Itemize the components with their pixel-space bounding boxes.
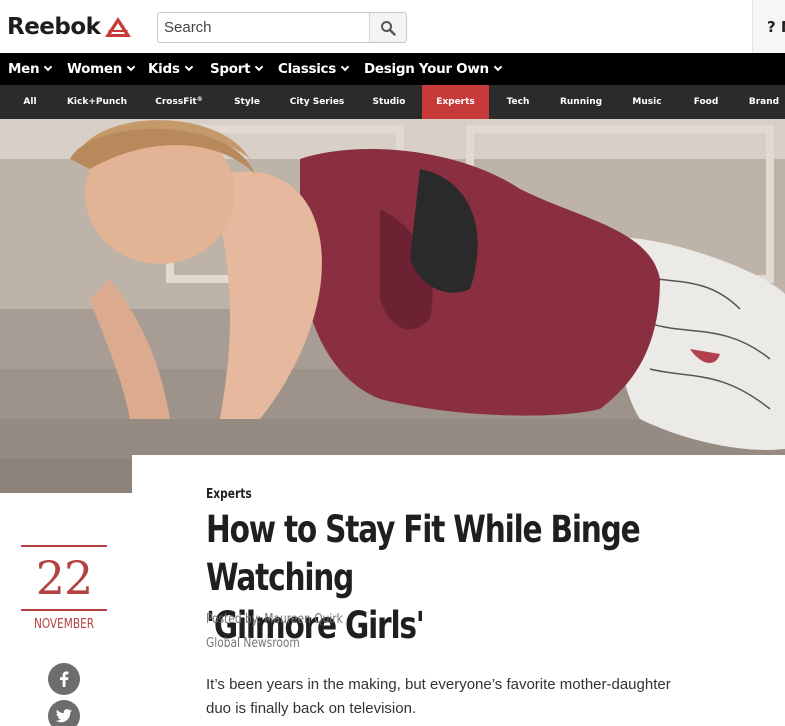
nav-label: Women: [67, 61, 123, 77]
nav-men[interactable]: Men: [8, 53, 53, 85]
subnav-label: Brand: [748, 97, 780, 107]
subnav-brand[interactable]: Brand: [742, 85, 785, 119]
nav-women[interactable]: Women: [67, 53, 136, 85]
facebook-icon: [60, 671, 69, 687]
subnav-label: Food: [693, 97, 719, 107]
hero-photo-illustration: [0, 119, 785, 493]
chevron-down-icon: [255, 62, 264, 72]
subnav-label: Music: [632, 97, 662, 107]
twitter-share-button[interactable]: [48, 700, 80, 726]
help-link[interactable]: ? N: [752, 0, 785, 53]
chevron-down-icon: [493, 62, 503, 72]
nav-label: Men: [8, 61, 40, 77]
nav-label: Design Your Own: [364, 61, 489, 77]
subnav-studio[interactable]: Studio: [366, 85, 412, 119]
nav-kids[interactable]: Kids: [148, 53, 193, 85]
search-box: [157, 12, 407, 43]
search-button[interactable]: [369, 13, 406, 42]
article-author: Posted by: Maureen Quirk: [206, 612, 343, 627]
chevron-down-icon: [184, 62, 193, 72]
subnav-running[interactable]: Running: [553, 85, 609, 119]
reebok-logo[interactable]: Reebok: [7, 14, 132, 40]
nav-label: Sport: [210, 61, 251, 77]
chevron-down-icon: [126, 62, 136, 72]
subnav-label: City Series: [289, 97, 345, 107]
hero-image: [0, 119, 785, 493]
help-label: ? N: [767, 17, 785, 36]
subnav-kick-punch[interactable]: Kick+Punch: [62, 85, 132, 119]
subnav-tech[interactable]: Tech: [500, 85, 536, 119]
twitter-icon: [56, 709, 72, 723]
article-lede: It’s been years in the making, but every…: [206, 673, 726, 721]
subnav-food[interactable]: Food: [686, 85, 726, 119]
search-icon: [381, 20, 396, 36]
subnav-label: Kick+Punch: [66, 97, 128, 107]
subnav-city-series[interactable]: City Series: [284, 85, 350, 119]
nav-classics[interactable]: Classics: [278, 53, 350, 85]
subnav-label: Running: [559, 97, 603, 107]
nav-design-your-own[interactable]: Design Your Own: [364, 53, 503, 85]
nav-label: Classics: [278, 61, 336, 77]
subnav-music[interactable]: Music: [624, 85, 670, 119]
article-title-line: How to Stay Fit While Binge Watching: [206, 508, 641, 599]
subnav-label: Style: [234, 97, 260, 107]
main-navigation: Men Women Kids Sport Classics Design You…: [0, 53, 785, 85]
subnav-label: Studio: [372, 97, 406, 107]
subnav-experts[interactable]: Experts: [422, 85, 489, 125]
subnav-label: Tech: [506, 97, 530, 107]
registered-mark: ®: [196, 95, 203, 103]
post-date-day: 22: [35, 551, 94, 605]
category-navigation: All Kick+Punch CrossFit ® Style City Seri…: [0, 85, 785, 125]
chevron-down-icon: [44, 62, 53, 72]
article-lede-line: It’s been years in the making, but every…: [206, 676, 671, 693]
nav-sport[interactable]: Sport: [210, 53, 264, 85]
article-lede-line: duo is finally back on television.: [206, 700, 417, 717]
subnav-style[interactable]: Style: [226, 85, 268, 119]
subnav-all[interactable]: All: [14, 85, 46, 119]
subnav-label: All: [23, 97, 37, 107]
brand-wordmark: Reebok: [7, 14, 101, 40]
article-category-link[interactable]: Experts: [206, 487, 252, 502]
article-title: How to Stay Fit While Binge Watching 'Gi…: [206, 506, 702, 650]
reebok-delta-icon: [105, 17, 132, 37]
post-date-day-box: 22: [21, 545, 107, 611]
post-date-month: NOVEMBER: [33, 617, 95, 632]
facebook-share-button[interactable]: [48, 663, 80, 695]
search-input[interactable]: [158, 13, 369, 42]
nav-label: Kids: [148, 61, 180, 77]
subnav-label: Experts: [436, 97, 475, 107]
article-newsroom-link[interactable]: Global Newsroom: [206, 636, 300, 651]
chevron-down-icon: [340, 62, 350, 72]
subnav-label: CrossFit: [155, 97, 197, 107]
site-header: Reebok ? N: [0, 0, 785, 53]
subnav-crossfit[interactable]: CrossFit ®: [148, 85, 210, 119]
